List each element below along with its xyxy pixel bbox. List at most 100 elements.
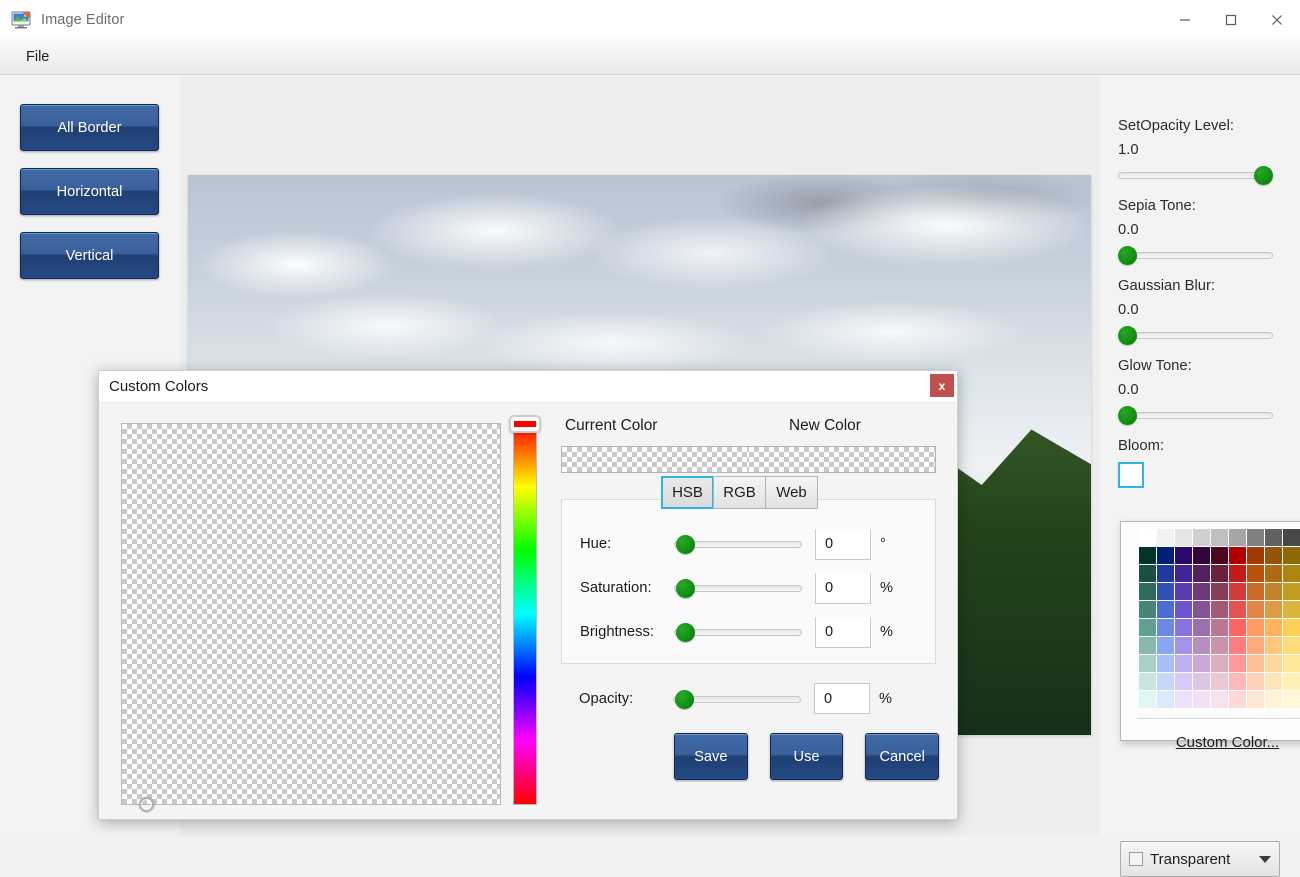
palette-swatch[interactable] [1175,619,1192,636]
palette-swatch[interactable] [1265,637,1282,654]
palette-swatch[interactable] [1175,673,1192,690]
palette-swatch[interactable] [1229,691,1246,708]
palette-swatch[interactable] [1283,637,1300,654]
palette-swatch[interactable] [1193,583,1210,600]
palette-swatch[interactable] [1283,547,1300,564]
palette-swatch[interactable] [1265,565,1282,582]
palette-swatch[interactable] [1193,547,1210,564]
palette-swatch[interactable] [1211,673,1228,690]
palette-swatch[interactable] [1175,565,1192,582]
hue-strip-slider[interactable] [513,423,537,805]
palette-swatch[interactable] [1139,583,1156,600]
palette-swatch[interactable] [1229,565,1246,582]
palette-swatch[interactable] [1139,673,1156,690]
color-combobox[interactable]: Transparent [1120,841,1280,877]
slider-thumb[interactable] [676,535,695,554]
slider-thumb[interactable] [675,689,694,709]
palette-swatch[interactable] [1211,565,1228,582]
palette-swatch[interactable] [1247,655,1264,672]
all-border-button[interactable]: All Border [20,104,159,151]
slider-thumb[interactable] [676,579,695,598]
palette-swatch[interactable] [1265,655,1282,672]
palette-swatch[interactable] [1265,673,1282,690]
slider-thumb[interactable] [1118,326,1137,345]
palette-swatch[interactable] [1247,601,1264,618]
chevron-down-icon[interactable] [1259,855,1271,863]
save-button[interactable]: Save [674,733,748,780]
menu-item-file[interactable]: File [13,46,62,68]
palette-swatch[interactable] [1193,655,1210,672]
palette-swatch[interactable] [1265,601,1282,618]
palette-swatch[interactable] [1283,619,1300,636]
palette-swatch[interactable] [1175,637,1192,654]
glow-tone-slider[interactable] [1118,404,1273,426]
palette-swatch[interactable] [1175,655,1192,672]
tab-web[interactable]: Web [765,476,818,509]
palette-swatch[interactable] [1157,691,1174,708]
palette-swatch[interactable] [1229,655,1246,672]
palette-swatch[interactable] [1193,673,1210,690]
palette-swatch[interactable] [1283,673,1300,690]
palette-swatch[interactable] [1283,601,1300,618]
palette-swatch[interactable] [1193,601,1210,618]
gaussian-blur-slider[interactable] [1118,324,1273,346]
maximize-button[interactable] [1208,0,1254,39]
palette-swatch[interactable] [1211,583,1228,600]
sepia-tone-slider[interactable] [1118,244,1273,266]
vertical-button[interactable]: Vertical [20,232,159,279]
palette-swatch[interactable] [1211,619,1228,636]
palette-swatch[interactable] [1247,691,1264,708]
palette-swatch[interactable] [1175,691,1192,708]
color-picker-popup[interactable]: Custom Color... [1120,521,1300,751]
palette-swatch[interactable] [1229,637,1246,654]
cancel-button[interactable]: Cancel [865,733,940,780]
color-picker-handle[interactable] [139,797,154,812]
palette-swatch[interactable] [1139,691,1156,708]
palette-swatch[interactable] [1157,529,1174,546]
palette-swatch[interactable] [1283,691,1300,708]
palette-swatch[interactable] [1175,601,1192,618]
palette-swatch[interactable] [1193,619,1210,636]
palette-swatch[interactable] [1265,529,1282,546]
custom-colors-dialog[interactable]: Custom Colors x Current Color New Color … [98,370,958,820]
palette-swatch[interactable] [1247,619,1264,636]
palette-swatch[interactable] [1139,655,1156,672]
palette-swatch[interactable] [1283,583,1300,600]
dialog-close-button[interactable]: x [930,374,954,397]
palette-swatch[interactable] [1211,529,1228,546]
palette-swatch[interactable] [1283,565,1300,582]
hue-input[interactable]: 0 [815,528,871,560]
opacity-level-slider[interactable] [1118,164,1273,186]
close-button[interactable] [1254,0,1300,39]
palette-swatch[interactable] [1175,547,1192,564]
palette-swatch[interactable] [1283,529,1300,546]
palette-swatch[interactable] [1247,529,1264,546]
palette-swatch[interactable] [1247,583,1264,600]
palette-swatch[interactable] [1265,547,1282,564]
palette-swatch[interactable] [1247,565,1264,582]
palette-swatch[interactable] [1211,637,1228,654]
palette-swatch[interactable] [1229,673,1246,690]
palette-swatch[interactable] [1211,691,1228,708]
opacity-input[interactable]: 0 [814,683,870,714]
palette-swatch[interactable] [1283,655,1300,672]
palette-swatch[interactable] [1157,547,1174,564]
palette-swatch[interactable] [1157,673,1174,690]
horizontal-button[interactable]: Horizontal [20,168,159,215]
saturation-slider[interactable] [674,577,802,599]
palette-swatch[interactable] [1229,601,1246,618]
slider-thumb[interactable] [676,623,695,642]
custom-color-link[interactable]: Custom Color... [1121,734,1300,751]
bloom-color-swatch-button[interactable] [1118,462,1144,488]
hue-slider[interactable] [674,533,802,555]
brightness-input[interactable]: 0 [815,616,871,648]
palette-swatch[interactable] [1175,583,1192,600]
palette-swatch[interactable] [1175,529,1192,546]
tab-rgb[interactable]: RGB [713,476,766,509]
palette-swatch[interactable] [1229,583,1246,600]
saturation-input[interactable]: 0 [815,572,871,604]
palette-swatch[interactable] [1193,565,1210,582]
palette-swatch[interactable] [1229,619,1246,636]
palette-swatch[interactable] [1157,601,1174,618]
palette-swatch[interactable] [1265,619,1282,636]
